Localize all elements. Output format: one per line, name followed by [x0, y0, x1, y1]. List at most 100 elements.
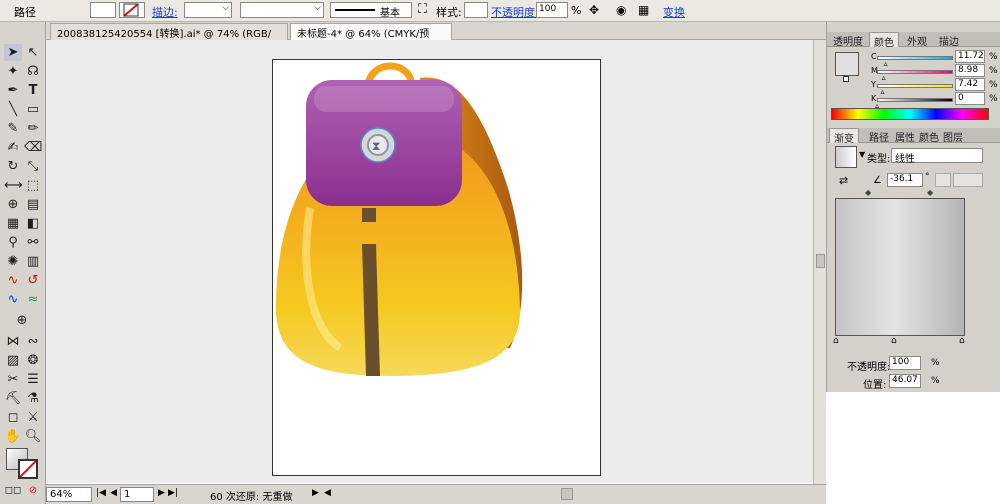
- width-tool-icon[interactable]: ⟷: [4, 177, 23, 194]
- magic-wand-tool-icon[interactable]: ✦: [4, 63, 22, 80]
- transform-link[interactable]: 变换: [663, 4, 685, 20]
- tab-stroke[interactable]: 描边: [935, 32, 963, 48]
- slider-marker-icon[interactable]: ▵: [884, 59, 888, 68]
- scale-tool-icon[interactable]: ⤡: [24, 158, 42, 175]
- gradient-stop-mid[interactable]: ⌂: [891, 336, 897, 346]
- black-slider[interactable]: ▵: [875, 98, 953, 110]
- tab-color[interactable]: 颜色: [869, 32, 899, 49]
- magenta-slider[interactable]: ▵: [877, 70, 953, 82]
- slider-marker-icon[interactable]: ▵: [880, 87, 884, 96]
- magenta-value[interactable]: 8.98: [955, 64, 985, 77]
- lasso-tool-icon[interactable]: ☊: [24, 63, 42, 80]
- midpoint-diamond-1[interactable]: ◆: [865, 188, 871, 197]
- gradient-type-dropdown[interactable]: 线性: [891, 148, 983, 165]
- twirl-tool-icon[interactable]: ❂: [24, 352, 42, 369]
- live-paint-select-icon[interactable]: ⚗: [24, 390, 42, 407]
- vertical-scrollbar[interactable]: [813, 40, 826, 484]
- pen-tool-icon[interactable]: ✒: [4, 82, 22, 99]
- pencil-tool-icon[interactable]: ✏: [24, 120, 42, 137]
- first-page-icon[interactable]: |◀: [96, 488, 106, 498]
- cyan-value[interactable]: 11.72: [955, 50, 985, 63]
- align-grid-icon[interactable]: ▦: [638, 3, 649, 17]
- zoom-dropdown[interactable]: 64%: [46, 487, 92, 502]
- midpoint-diamond-2[interactable]: ◆: [927, 188, 933, 197]
- graph-tool-icon[interactable]: ▨: [4, 352, 22, 369]
- document-tab-2[interactable]: 未标题-4* @ 64% (CMYK/预览)⊠: [290, 23, 452, 55]
- line-tool-icon[interactable]: ╲: [4, 101, 22, 118]
- perspective-grid-tool-icon[interactable]: ▤: [24, 196, 42, 213]
- none-mode-icon[interactable]: ⊘: [24, 482, 42, 499]
- selection-tool-icon[interactable]: ➤: [4, 44, 22, 61]
- backpack-illustration[interactable]: ⧗: [270, 58, 530, 388]
- gradient-tool-icon[interactable]: ◧: [24, 215, 42, 232]
- horizontal-scroll-thumb[interactable]: [561, 488, 573, 500]
- yellow-slider[interactable]: ▵: [877, 84, 953, 96]
- yellow-value[interactable]: 7.42: [955, 78, 985, 91]
- eraser-tool-icon[interactable]: ⌫: [24, 139, 42, 156]
- page-number-dropdown[interactable]: 1: [120, 487, 154, 502]
- recolor-artwork-icon[interactable]: ✥: [589, 3, 599, 17]
- mesh-tool-icon[interactable]: ▦: [4, 215, 22, 232]
- reverse-gradient-icon[interactable]: ⇄: [839, 174, 848, 187]
- eyedropper-tool-icon[interactable]: ⚲: [4, 234, 22, 251]
- free-transform-tool-icon[interactable]: ⬚: [24, 177, 42, 194]
- gradient-thumbnail[interactable]: [835, 146, 857, 168]
- tab-layers[interactable]: 图层: [939, 128, 967, 144]
- zoom-tool-icon[interactable]: 🔍︎: [24, 428, 42, 445]
- slice-tool-icon[interactable]: ⚔: [24, 409, 42, 426]
- opacity-input[interactable]: 100: [536, 2, 568, 18]
- stop-location-input[interactable]: 46.07: [889, 374, 921, 388]
- column-graph-tool-icon[interactable]: ▥: [24, 253, 42, 270]
- arrange-icon[interactable]: ⛶: [418, 2, 427, 17]
- opacity-link[interactable]: 不透明度:: [491, 4, 539, 20]
- envelope-tool-icon[interactable]: ⋈: [4, 333, 22, 350]
- tab-gradient[interactable]: 渐变: [829, 128, 859, 145]
- rectangle-tool-icon[interactable]: ▭: [24, 101, 42, 118]
- cyan-slider[interactable]: ▵: [877, 56, 953, 68]
- draw-mode-icon[interactable]: ◻◻: [4, 482, 22, 499]
- sphere-icon[interactable]: ◉: [616, 3, 626, 17]
- scroll-thumb[interactable]: [816, 254, 825, 268]
- tab-pathfinder[interactable]: 路径: [865, 128, 893, 144]
- status-menu-icon[interactable]: ▶: [312, 488, 319, 498]
- color-fill-preview[interactable]: [835, 52, 859, 76]
- blob-brush-tool-icon[interactable]: ✍: [4, 139, 22, 156]
- arc-tool-red-icon[interactable]: ↺: [24, 272, 42, 289]
- direct-selection-tool-icon[interactable]: ↖: [24, 44, 42, 61]
- tab-transparency[interactable]: 透明度: [829, 32, 867, 48]
- hand-tool-icon[interactable]: ✋: [4, 428, 22, 445]
- curve-tool-red-icon[interactable]: ∿: [4, 272, 22, 289]
- gradient-angle-input[interactable]: -36.1: [887, 173, 923, 187]
- variable-width-dropdown[interactable]: ⌵: [240, 2, 324, 18]
- paintbrush-tool-icon[interactable]: ✎: [4, 120, 22, 137]
- artboard-tool-icon[interactable]: ◻: [4, 409, 22, 426]
- rotate-tool-icon[interactable]: ↻: [4, 158, 22, 175]
- tab-appearance[interactable]: 外观: [903, 32, 931, 48]
- document-tab-1[interactable]: 200838125420554 [转换].ai* @ 74% (RGB/预览)⊠: [50, 23, 288, 55]
- stroke-swatch[interactable]: [18, 459, 38, 479]
- graphic-style-dropdown[interactable]: [464, 2, 488, 18]
- brush-definition-dropdown[interactable]: 基本: [330, 2, 412, 19]
- blend-tool-icon[interactable]: ⚯: [24, 234, 42, 251]
- slider-marker-icon[interactable]: ▵: [882, 73, 886, 82]
- warp-tool-icon[interactable]: ∾: [24, 333, 42, 350]
- next-page-icon[interactable]: ▶: [158, 488, 165, 498]
- stroke-color-swatch[interactable]: [119, 2, 145, 18]
- stop-opacity-input[interactable]: 100: [889, 356, 921, 370]
- stroke-weight-dropdown[interactable]: ⌵: [184, 2, 232, 18]
- wave-tool-green-icon[interactable]: ≈: [24, 291, 42, 308]
- live-paint-tool-icon[interactable]: ⛏: [4, 390, 22, 407]
- gradient-annotator-preview[interactable]: [835, 198, 965, 336]
- scroll-left-icon[interactable]: ◀: [324, 488, 331, 498]
- stroke-link[interactable]: 描边:: [152, 4, 178, 20]
- shape-builder-tool-icon[interactable]: ⊕: [4, 196, 22, 213]
- crosshair-tool-icon[interactable]: ⊕: [13, 312, 31, 329]
- fill-color-swatch[interactable]: [90, 2, 116, 18]
- scissors-tool-icon[interactable]: ✂: [4, 371, 22, 388]
- color-stroke-preview[interactable]: [843, 76, 849, 82]
- color-spectrum-bar[interactable]: [831, 108, 989, 120]
- curve-tool-blue-icon[interactable]: ∿: [4, 291, 22, 308]
- gradient-stop-start[interactable]: ⌂: [833, 336, 839, 346]
- black-value[interactable]: 0: [955, 92, 985, 105]
- symbol-sprayer-tool-icon[interactable]: ✺: [4, 253, 22, 270]
